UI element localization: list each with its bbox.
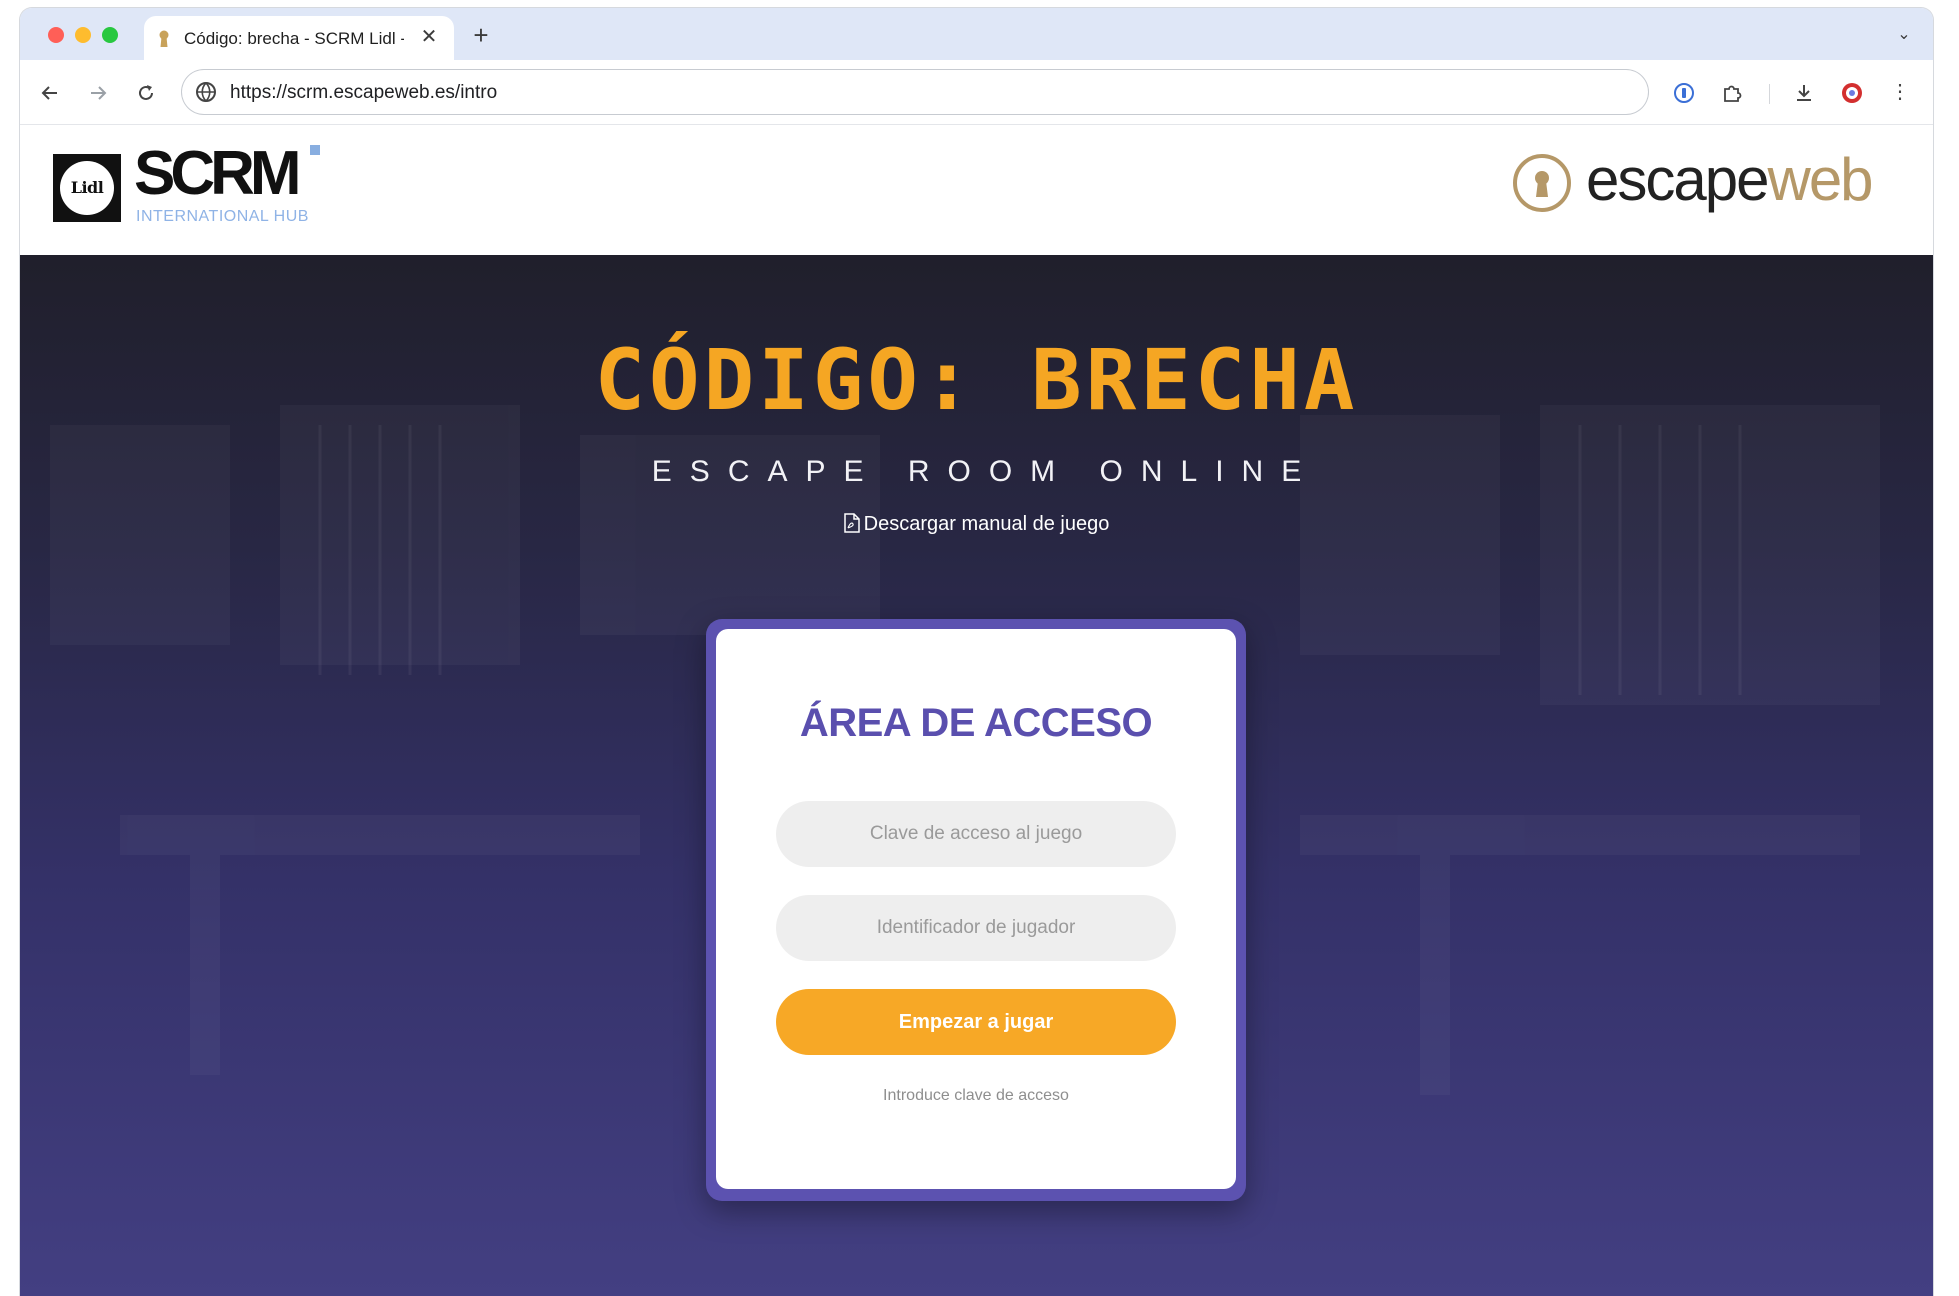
close-window-button[interactable] [48, 27, 64, 43]
start-game-button[interactable]: Empezar a jugar [776, 989, 1176, 1055]
chevron-down-icon[interactable]: ⌄ [1889, 20, 1919, 50]
tab-strip: Código: brecha - SCRM Lidl - ✕ + ⌄ [20, 8, 1933, 60]
escapeweb-logo-text: escapeweb [1586, 146, 1874, 213]
tab-title: Código: brecha - SCRM Lidl - [184, 29, 404, 48]
maximize-window-button[interactable] [102, 27, 118, 43]
access-hint-text: Introduce clave de acceso [883, 1087, 1069, 1104]
target-extension-icon[interactable] [1836, 76, 1868, 108]
hero-section: CÓDIGO: BRECHA ESCAPE ROOM ONLINE Descar… [20, 255, 1933, 1296]
browser-window: Código: brecha - SCRM Lidl - ✕ + ⌄ https… [20, 8, 1933, 1296]
kebab-menu-icon[interactable]: ⋮ [1884, 76, 1916, 108]
site-header: Lidl SCRM INTERNATIONAL HUB escapeweb [20, 125, 1933, 255]
game-subtitle: ESCAPE ROOM ONLINE [651, 455, 1320, 488]
scrm-logo-accent [310, 145, 320, 155]
login-card: ÁREA DE ACCESO Empezar a jugar Introduce… [716, 629, 1236, 1189]
site-info-icon[interactable] [194, 80, 218, 104]
address-bar[interactable]: https://scrm.escapeweb.es/intro [182, 70, 1648, 114]
player-id-input[interactable] [776, 895, 1176, 961]
browser-toolbar: https://scrm.escapeweb.es/intro ⋮ [20, 60, 1933, 125]
game-title: CÓDIGO: BRECHA [594, 331, 1359, 429]
keyhole-logo-icon [1513, 154, 1571, 212]
plus-icon[interactable]: + [466, 20, 496, 50]
arrow-left-icon[interactable] [34, 76, 66, 108]
toolbar-divider [1769, 84, 1770, 104]
keyhole-favicon-icon [159, 30, 169, 47]
browser-tab-active[interactable]: Código: brecha - SCRM Lidl - ✕ [144, 16, 454, 60]
access-key-input[interactable] [776, 801, 1176, 867]
login-card-frame: ÁREA DE ACCESO Empezar a jugar Introduce… [706, 619, 1246, 1201]
download-icon[interactable] [1788, 76, 1820, 108]
scrm-logo-text: SCRM [134, 139, 302, 208]
password-manager-icon[interactable] [1668, 76, 1700, 108]
pdf-file-icon [843, 513, 860, 533]
url-text[interactable]: https://scrm.escapeweb.es/intro [230, 82, 497, 104]
arrow-right-icon[interactable] [82, 76, 114, 108]
download-manual-link[interactable]: Descargar manual de juego [20, 513, 1933, 536]
minimize-window-button[interactable] [75, 27, 91, 43]
close-icon[interactable]: ✕ [416, 24, 442, 50]
puzzle-icon[interactable] [1716, 76, 1748, 108]
download-manual-label[interactable]: Descargar manual de juego [864, 513, 1110, 535]
login-title: ÁREA DE ACCESO [799, 701, 1153, 745]
scrm-logo-subtitle: INTERNATIONAL HUB [136, 208, 309, 225]
lidl-logo: Lidl [53, 154, 121, 222]
reload-icon[interactable] [130, 76, 162, 108]
